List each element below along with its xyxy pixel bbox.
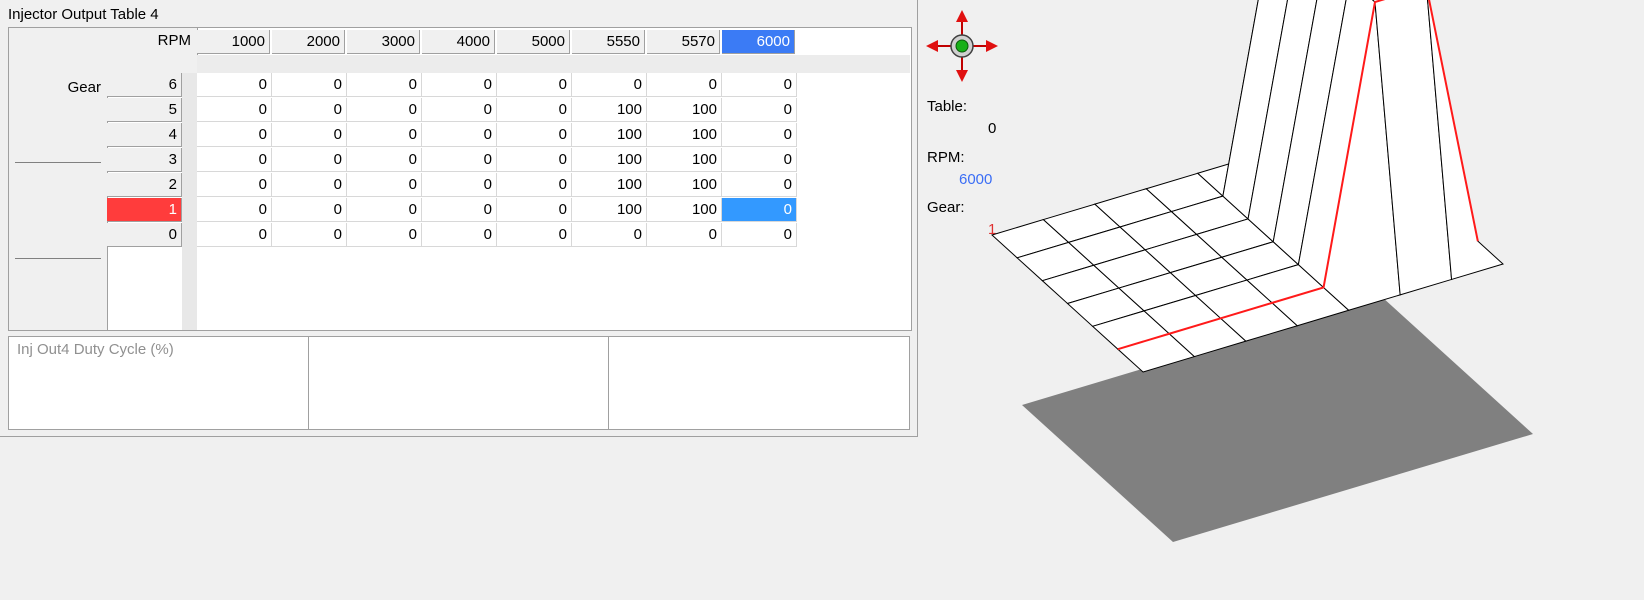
table-cell[interactable]: 0 [722, 198, 797, 222]
table-cell[interactable]: 0 [722, 148, 797, 172]
table-cell[interactable]: 0 [347, 198, 422, 222]
table-cell[interactable]: 0 [272, 198, 347, 222]
table-cell[interactable]: 0 [272, 148, 347, 172]
table-cell[interactable]: 100 [647, 98, 722, 122]
rpm-column-header[interactable]: 3000 [347, 30, 420, 54]
table-cell[interactable]: 0 [722, 73, 797, 97]
gear-row-header[interactable]: 2 [107, 173, 182, 197]
gear-row-header[interactable]: 0 [107, 223, 182, 247]
table-cell[interactable]: 0 [347, 173, 422, 197]
table-cell[interactable]: 0 [422, 173, 497, 197]
surface-shadow [1022, 297, 1533, 542]
row-header-gutter [182, 73, 197, 330]
surface-graph-3d[interactable] [918, 0, 1644, 600]
rpm-column-header[interactable]: 4000 [422, 30, 495, 54]
table-cell[interactable]: 0 [497, 73, 572, 97]
table-cell[interactable]: 0 [647, 223, 722, 247]
table-cell[interactable]: 0 [272, 223, 347, 247]
rpm-column-header[interactable]: 6000 [722, 30, 795, 54]
gear-axis-label: Gear [67, 79, 101, 96]
table-cell[interactable]: 0 [272, 123, 347, 147]
table-cell[interactable]: 0 [647, 73, 722, 97]
status-pane: Inj Out4 Duty Cycle (%) [9, 337, 309, 429]
table-cell[interactable]: 0 [497, 173, 572, 197]
table-cell[interactable]: 0 [497, 223, 572, 247]
table-cell[interactable]: 0 [197, 223, 272, 247]
table-cell[interactable]: 0 [422, 223, 497, 247]
table-cell[interactable]: 0 [347, 73, 422, 97]
table-cell[interactable]: 0 [347, 98, 422, 122]
divider [15, 258, 101, 259]
gear-row-header[interactable]: 3 [107, 148, 182, 172]
table-cell[interactable]: 0 [722, 123, 797, 147]
table-cell[interactable]: 100 [572, 148, 647, 172]
table-cell[interactable]: 100 [647, 198, 722, 222]
table-cell[interactable]: 0 [197, 73, 272, 97]
table-grid: RPM Gear 1000 2000 3000 4000 5000 5550 5570 600… [8, 27, 912, 331]
rpm-column-header[interactable]: 5000 [497, 30, 570, 54]
table-cell[interactable]: 0 [197, 148, 272, 172]
table-cell[interactable]: 0 [497, 98, 572, 122]
status-label: Inj Out4 Duty Cycle (%) [17, 341, 174, 358]
table-cell[interactable]: 0 [347, 123, 422, 147]
table-cell[interactable]: 0 [347, 223, 422, 247]
table-cell[interactable]: 0 [422, 123, 497, 147]
table-panel: Injector Output Table 4 RPM Gear 1000 200… [0, 0, 918, 437]
rpm-axis-label: RPM [157, 32, 191, 49]
status-pane [609, 337, 909, 429]
surface-mesh [991, 0, 1533, 542]
table-cell[interactable]: 0 [422, 148, 497, 172]
table-cell[interactable]: 0 [422, 198, 497, 222]
gear-axis-area: Gear [9, 73, 108, 330]
table-cell[interactable]: 100 [572, 173, 647, 197]
rpm-column-header[interactable]: 5570 [647, 30, 720, 54]
table-cell[interactable]: 0 [722, 98, 797, 122]
table-cell[interactable]: 0 [572, 73, 647, 97]
table-cell[interactable]: 0 [722, 223, 797, 247]
panel-title: Injector Output Table 4 [8, 6, 159, 23]
table-cell[interactable]: 100 [647, 123, 722, 147]
graph-panel: Table: 0 RPM: 6000 Gear: 1 [918, 0, 1644, 600]
table-cell[interactable]: 0 [272, 173, 347, 197]
axis-corner: RPM [9, 28, 198, 74]
rpm-column-header[interactable]: 1000 [197, 30, 270, 54]
gear-row-header[interactable]: 4 [107, 123, 182, 147]
status-pane [309, 337, 609, 429]
table-cell[interactable]: 0 [497, 148, 572, 172]
gear-row-header[interactable]: 6 [107, 73, 182, 97]
table-cell[interactable]: 100 [572, 98, 647, 122]
table-cell[interactable]: 0 [197, 173, 272, 197]
rpm-column-header[interactable]: 2000 [272, 30, 345, 54]
table-cell[interactable]: 100 [572, 123, 647, 147]
rpm-column-header[interactable]: 5550 [572, 30, 645, 54]
table-cell[interactable]: 100 [647, 173, 722, 197]
table-cell[interactable]: 0 [347, 148, 422, 172]
table-cell[interactable]: 100 [572, 198, 647, 222]
table-cell[interactable]: 0 [422, 98, 497, 122]
table-cell[interactable]: 0 [497, 123, 572, 147]
header-spacer [197, 55, 910, 73]
gear-row-header[interactable]: 5 [107, 98, 182, 122]
table-cell[interactable]: 100 [647, 148, 722, 172]
divider [15, 162, 101, 163]
table-cell[interactable]: 0 [197, 98, 272, 122]
table-cell[interactable]: 0 [197, 198, 272, 222]
table-cell[interactable]: 0 [572, 223, 647, 247]
table-cell[interactable]: 0 [272, 73, 347, 97]
status-bar: Inj Out4 Duty Cycle (%) [8, 336, 910, 430]
table-cell[interactable]: 0 [197, 123, 272, 147]
table-cell[interactable]: 0 [272, 98, 347, 122]
table-cell[interactable]: 0 [422, 73, 497, 97]
gear-row-header[interactable]: 1 [107, 198, 182, 222]
table-cell[interactable]: 0 [722, 173, 797, 197]
table-cell[interactable]: 0 [497, 198, 572, 222]
